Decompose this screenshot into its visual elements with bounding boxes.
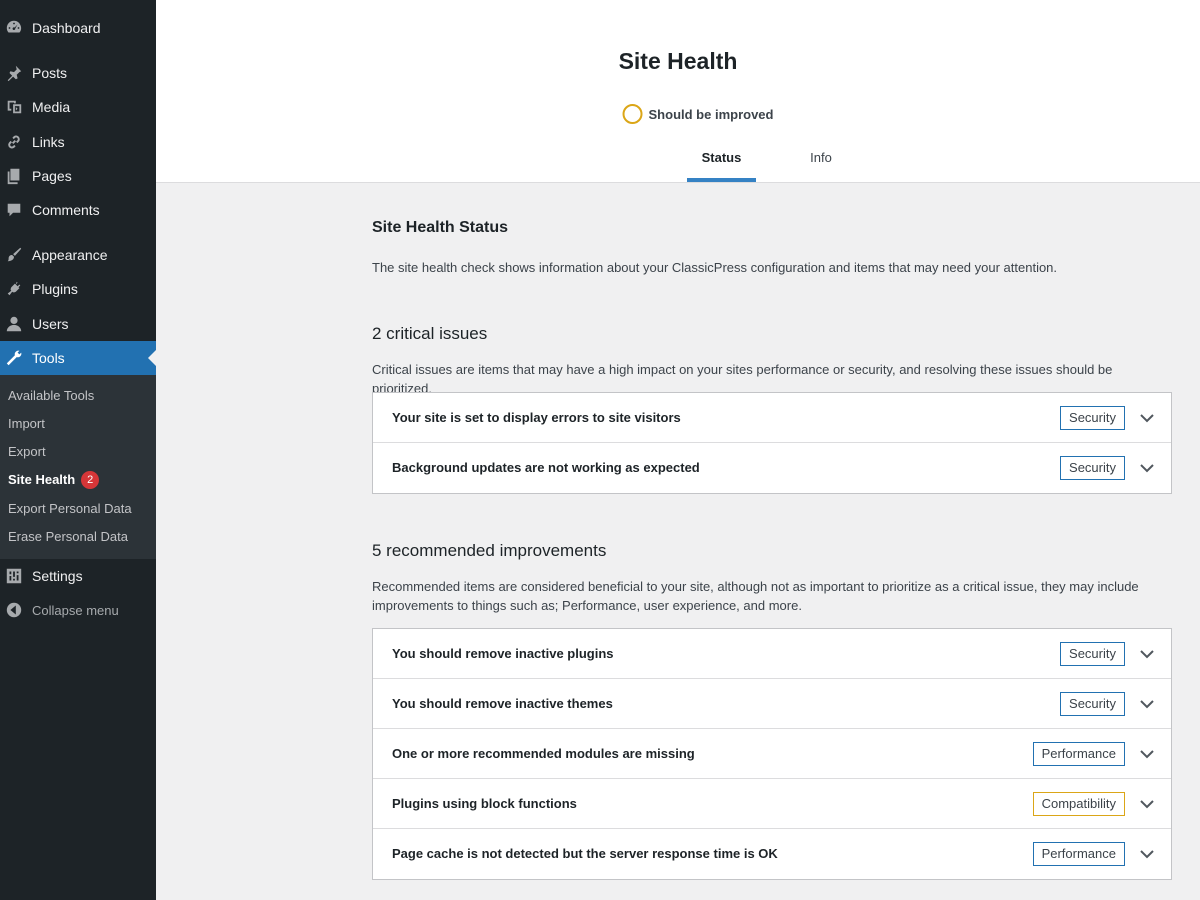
submenu-export-personal-data[interactable]: Export Personal Data (8, 499, 132, 519)
issue-label: One or more recommended modules are miss… (392, 746, 695, 761)
menu-label: Settings (32, 568, 83, 584)
issue-row[interactable]: You should remove inactive themes Securi… (373, 679, 1171, 729)
menu-label: Dashboard (32, 20, 101, 36)
issue-label: You should remove inactive themes (392, 696, 613, 711)
recommended-improvements-description: Recommended items are considered benefic… (372, 579, 1139, 613)
link-icon (4, 132, 24, 152)
tools-submenu: Available Tools Import Export Site Healt… (0, 375, 156, 559)
menu-label: Appearance (32, 247, 108, 263)
menu-label: Comments (32, 202, 100, 218)
issue-row[interactable]: You should remove inactive plugins Secur… (373, 629, 1171, 679)
menu-item-media[interactable]: Media (0, 90, 156, 124)
submenu-label: Site Health (8, 472, 76, 487)
recommended-improvements-heading: 5 recommended improvements (372, 541, 607, 560)
progress-ring-icon (622, 104, 643, 124)
issue-label: Background updates are not working as ex… (392, 460, 700, 475)
collapse-icon (4, 600, 24, 620)
issue-category-badge: Security (1060, 642, 1125, 666)
health-status-indicator: Should be improved (622, 104, 774, 124)
admin-sidebar: Dashboard Posts Media Links Pages Commen… (0, 0, 156, 900)
menu-label: Collapse menu (32, 602, 119, 618)
chevron-down-icon (1140, 700, 1154, 709)
submenu-erase-personal-data[interactable]: Erase Personal Data (8, 527, 128, 547)
recommended-improvements-list: You should remove inactive plugins Secur… (372, 628, 1172, 880)
menu-label: Users (32, 316, 69, 332)
submenu-site-health[interactable]: Site Health 2 (8, 470, 100, 490)
submenu-available-tools[interactable]: Available Tools (8, 386, 94, 406)
section-intro: The site health check shows information … (372, 260, 1058, 275)
menu-label: Posts (32, 65, 68, 81)
issue-row[interactable]: Background updates are not working as ex… (373, 443, 1171, 493)
tab-status[interactable]: Status (687, 140, 756, 182)
menu-item-comments[interactable]: Comments (0, 193, 156, 227)
chevron-down-icon (1140, 464, 1154, 473)
menu-item-settings[interactable]: Settings (0, 559, 156, 593)
site-health-header: Site Health Should be improved Status In… (156, 0, 1200, 183)
issue-label: Page cache is not detected but the serve… (392, 846, 778, 861)
menu-item-links[interactable]: Links (0, 125, 156, 159)
section-title: Site Health Status (372, 219, 509, 236)
menu-item-users[interactable]: Users (0, 307, 156, 341)
submenu-export[interactable]: Export (8, 442, 46, 462)
settings-icon (4, 566, 24, 586)
issue-label: You should remove inactive plugins (392, 646, 614, 661)
plug-icon (4, 279, 24, 299)
menu-item-appearance[interactable]: Appearance (0, 238, 156, 272)
page-title: Site Health (618, 48, 738, 74)
issue-row[interactable]: One or more recommended modules are miss… (373, 729, 1171, 779)
issue-category-badge: Security (1060, 692, 1125, 716)
issue-label: Plugins using block functions (392, 796, 577, 811)
menu-item-tools[interactable]: Tools (0, 341, 156, 375)
media-icon (4, 97, 24, 117)
user-icon (4, 314, 24, 334)
pages-icon (4, 166, 24, 186)
issue-category-badge: Security (1060, 456, 1125, 480)
brush-icon (4, 245, 24, 265)
chevron-down-icon (1140, 800, 1154, 809)
critical-issues-list: Your site is set to display errors to si… (372, 392, 1172, 494)
issue-category-badge: Compatibility (1032, 792, 1125, 816)
pushpin-icon (4, 63, 24, 83)
issue-category-badge: Performance (1032, 842, 1125, 866)
menu-item-posts[interactable]: Posts (0, 56, 156, 90)
critical-issues-heading: 2 critical issues (372, 324, 488, 343)
issue-category-badge: Security (1060, 406, 1125, 430)
chevron-down-icon (1140, 650, 1154, 659)
chevron-down-icon (1140, 414, 1154, 423)
health-status-label: Should be improved (648, 106, 774, 122)
dashboard-icon (4, 18, 24, 38)
current-menu-arrow (148, 350, 156, 366)
wrench-icon (4, 348, 24, 368)
menu-label: Links (32, 134, 65, 150)
menu-item-plugins[interactable]: Plugins (0, 272, 156, 306)
issue-count-badge: 2 (81, 471, 100, 489)
issue-row[interactable]: Page cache is not detected but the serve… (373, 829, 1171, 879)
menu-label: Tools (32, 350, 65, 366)
menu-item-pages[interactable]: Pages (0, 159, 156, 193)
collapse-menu-button[interactable]: Collapse menu (0, 593, 156, 627)
menu-item-dashboard[interactable]: Dashboard (0, 11, 156, 45)
menu-label: Pages (32, 168, 72, 184)
issue-row[interactable]: Your site is set to display errors to si… (373, 393, 1171, 443)
issue-category-badge: Performance (1032, 742, 1125, 766)
chevron-down-icon (1140, 750, 1154, 759)
submenu-import[interactable]: Import (8, 414, 45, 434)
issue-label: Your site is set to display errors to si… (392, 410, 681, 425)
menu-label: Media (32, 99, 71, 115)
menu-label: Plugins (32, 281, 78, 297)
chevron-down-icon (1140, 850, 1154, 859)
comment-icon (4, 200, 24, 220)
tab-info[interactable]: Info (787, 140, 855, 182)
issue-row[interactable]: Plugins using block functions Compatibil… (373, 779, 1171, 829)
